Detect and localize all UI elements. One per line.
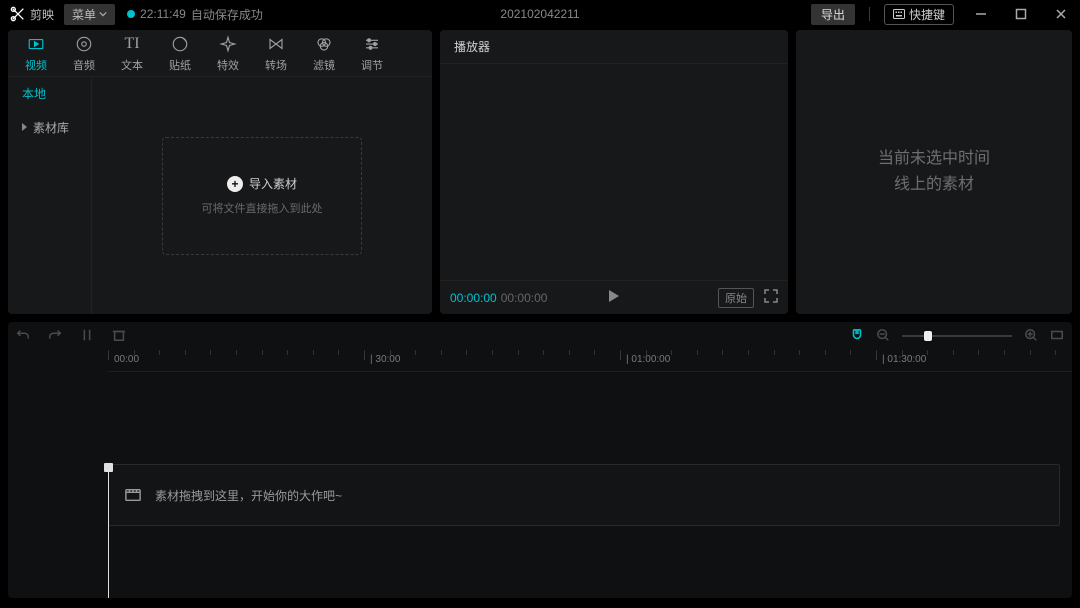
zoom-fit-icon: [1050, 328, 1064, 342]
minimize-button[interactable]: [968, 1, 994, 27]
player-title: 播放器: [440, 30, 788, 64]
media-sidebar: 本地 素材库: [8, 77, 92, 314]
close-button[interactable]: [1048, 1, 1074, 27]
timecode-duration: 00:00:00: [501, 291, 548, 305]
timeline-panel: 00:00 | 30:00 | 01:00:00 | 01:30:00 素材拖拽…: [8, 322, 1072, 598]
playhead[interactable]: [108, 464, 109, 598]
redo-button[interactable]: [48, 328, 62, 345]
maximize-button[interactable]: [1008, 1, 1034, 27]
timeline-track-placeholder[interactable]: 素材拖拽到这里，开始你的大作吧~: [108, 464, 1060, 526]
app-name: 剪映: [30, 6, 54, 23]
tab-effects[interactable]: 特效: [204, 34, 252, 73]
divider: [869, 7, 870, 21]
text-icon: TI: [122, 34, 142, 54]
player-panel: 播放器 00:00:00 00:00:00 原始: [440, 30, 788, 314]
close-icon: [1055, 8, 1067, 20]
zoom-in-icon: [1024, 328, 1038, 342]
autosave-indicator: 22:11:49 自动保存成功: [127, 6, 263, 23]
audio-icon: [75, 35, 93, 53]
magnet-icon: [850, 328, 864, 342]
redo-icon: [48, 328, 62, 342]
tab-adjust[interactable]: 调节: [348, 34, 396, 73]
shortcuts-button[interactable]: 快捷键: [884, 4, 954, 25]
sticker-icon: [171, 35, 189, 53]
player-stage: [440, 64, 788, 280]
zoom-fit-button[interactable]: [1050, 328, 1064, 345]
autosave-text: 自动保存成功: [191, 6, 263, 23]
tab-text[interactable]: TI 文本: [108, 34, 156, 73]
zoom-out-button[interactable]: [876, 328, 890, 345]
timeline-ruler[interactable]: 00:00 | 30:00 | 01:00:00 | 01:30:00: [108, 350, 1072, 372]
sidebar-item-library[interactable]: 素材库: [8, 111, 91, 145]
menu-label: 菜单: [72, 6, 96, 23]
sparkle-icon: [219, 35, 237, 53]
maximize-icon: [1015, 8, 1027, 20]
zoom-out-icon: [876, 328, 890, 342]
fullscreen-button[interactable]: [764, 289, 778, 306]
split-button[interactable]: [80, 328, 94, 345]
track-hint: 素材拖拽到这里，开始你的大作吧~: [155, 487, 342, 504]
autosave-time: 22:11:49: [140, 7, 186, 21]
split-icon: [80, 328, 94, 342]
tab-filter[interactable]: 滤镜: [300, 34, 348, 73]
tab-video[interactable]: 视频: [12, 34, 60, 73]
keyboard-icon: [893, 9, 905, 19]
timecode-current: 00:00:00: [450, 291, 497, 305]
scissors-icon: [10, 6, 26, 22]
import-label: 导入素材: [249, 175, 297, 192]
video-icon: [27, 35, 45, 53]
sidebar-item-local[interactable]: 本地: [8, 77, 91, 111]
filter-icon: [315, 35, 333, 53]
tab-audio[interactable]: 音频: [60, 34, 108, 73]
expand-icon: [764, 289, 778, 303]
inspector-empty-message: 当前未选中时间 线上的素材: [878, 146, 990, 197]
zoom-slider-handle[interactable]: [924, 331, 932, 341]
clip-icon: [125, 488, 141, 502]
chevron-down-icon: [99, 10, 107, 18]
minimize-icon: [975, 8, 987, 20]
app-logo: 剪映: [6, 6, 58, 23]
timeline-body[interactable]: 素材拖拽到这里，开始你的大作吧~: [8, 464, 1072, 598]
category-tabs: 视频 音频 TI 文本 贴纸 特效 转场: [8, 30, 432, 76]
plus-icon: +: [227, 176, 243, 192]
menu-dropdown[interactable]: 菜单: [64, 4, 115, 25]
media-panel: 视频 音频 TI 文本 贴纸 特效 转场: [8, 30, 432, 314]
tab-transition[interactable]: 转场: [252, 34, 300, 73]
export-button[interactable]: 导出: [811, 4, 855, 25]
status-dot-icon: [127, 10, 135, 18]
play-button[interactable]: [608, 289, 620, 306]
play-icon: [608, 289, 620, 303]
delete-button[interactable]: [112, 328, 126, 345]
chevron-right-icon: [22, 123, 27, 131]
zoom-in-button[interactable]: [1024, 328, 1038, 345]
media-drop-area[interactable]: + 导入素材 可将文件直接拖入到此处: [92, 77, 432, 314]
zoom-slider[interactable]: [902, 335, 1012, 337]
inspector-panel: 当前未选中时间 线上的素材: [796, 30, 1072, 314]
undo-icon: [16, 328, 30, 342]
transition-icon: [267, 35, 285, 53]
timeline-toolbar: [8, 322, 1072, 350]
sliders-icon: [363, 35, 381, 53]
trash-icon: [112, 328, 126, 342]
import-hint: 可将文件直接拖入到此处: [202, 200, 323, 216]
undo-button[interactable]: [16, 328, 30, 345]
tab-sticker[interactable]: 贴纸: [156, 34, 204, 73]
aspect-ratio-button[interactable]: 原始: [718, 288, 754, 308]
magnet-button[interactable]: [850, 328, 864, 345]
